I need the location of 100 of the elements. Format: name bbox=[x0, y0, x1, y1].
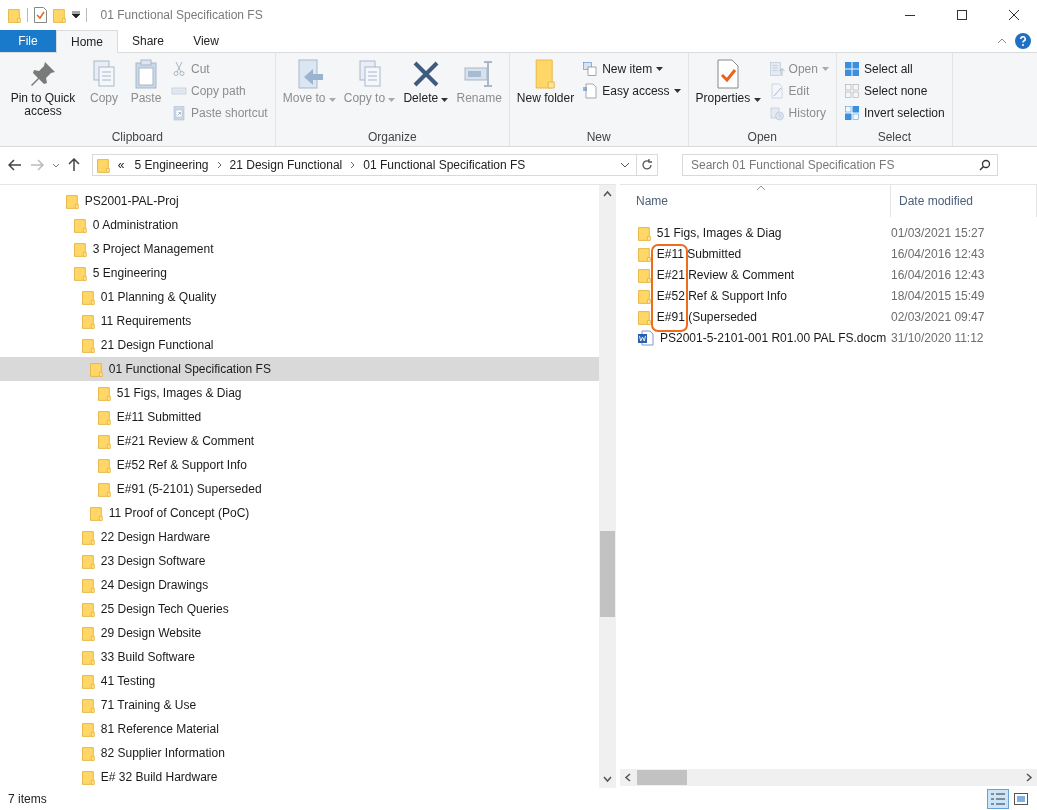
tree-item[interactable]: 11 Proof of Concept (PoC) bbox=[0, 501, 599, 525]
folder-icon bbox=[74, 241, 87, 257]
folder-icon bbox=[82, 697, 95, 713]
scrollbar-thumb[interactable] bbox=[600, 531, 615, 617]
column-header[interactable]: Name bbox=[620, 185, 891, 217]
caret-icon[interactable] bbox=[71, 11, 80, 19]
file-row[interactable]: 51 Figs, Images & Diag 01/03/2021 15:27 bbox=[620, 222, 1037, 243]
tree-item[interactable]: E#11 Submitted bbox=[0, 405, 599, 429]
tree-item[interactable]: 01 Planning & Quality bbox=[0, 285, 599, 309]
folder-icon bbox=[98, 457, 111, 473]
tree-item[interactable]: 82 Supplier Information bbox=[0, 741, 599, 765]
tree-item[interactable]: 33 Build Software bbox=[0, 645, 599, 669]
open-icon bbox=[768, 61, 785, 77]
date-cell: 31/10/2020 11:12 bbox=[891, 330, 984, 345]
chevron-down-icon[interactable] bbox=[620, 162, 630, 168]
search-field[interactable]: Search 01 Functional Specification FS bbox=[682, 154, 998, 176]
tree-item[interactable]: 25 Design Tech Queries bbox=[0, 597, 599, 621]
word-document-icon bbox=[638, 329, 654, 346]
ribbon-tab[interactable]: Home bbox=[56, 30, 118, 53]
sort-up-icon bbox=[756, 185, 766, 191]
caret-icon bbox=[388, 98, 396, 102]
up-arrow-icon[interactable] bbox=[68, 158, 80, 172]
folder-icon bbox=[534, 58, 557, 90]
button-label: Pin to Quick access bbox=[9, 92, 77, 118]
column-header[interactable]: Date modified bbox=[891, 185, 1037, 217]
select-none-icon bbox=[843, 83, 860, 99]
file-row[interactable]: E#52 Ref & Support Info 18/04/2015 15:49 bbox=[620, 285, 1037, 306]
breadcrumb[interactable]: 21 Design Functional bbox=[227, 158, 345, 172]
tree-item[interactable]: 3 Project Management bbox=[0, 237, 599, 261]
tree-item[interactable]: 21 Design Functional bbox=[0, 333, 599, 357]
minimize-icon[interactable] bbox=[905, 14, 915, 16]
caret-icon bbox=[441, 98, 449, 102]
tree-item[interactable]: E#52 Ref & Support Info bbox=[0, 453, 599, 477]
folder-icon bbox=[90, 505, 103, 521]
overflow-button[interactable]: « bbox=[115, 158, 127, 172]
tree-item[interactable]: E# 32 Build Hardware bbox=[0, 765, 599, 789]
folder-icon bbox=[98, 481, 111, 497]
tree-item[interactable]: 11 Requirements bbox=[0, 309, 599, 333]
folder-icon bbox=[98, 433, 111, 449]
breadcrumb[interactable]: 5 Engineering bbox=[132, 158, 211, 172]
ribbon-button[interactable]: Easy access bbox=[579, 80, 684, 102]
tree-item[interactable]: 22 Design Hardware bbox=[0, 525, 599, 549]
help-icon[interactable] bbox=[1015, 33, 1031, 49]
checkmark-page-icon[interactable] bbox=[33, 7, 47, 23]
file-row[interactable]: E#11 Submitted 16/04/2016 12:43 bbox=[620, 243, 1037, 264]
tree-item[interactable]: E#91 (5-2101) Superseded bbox=[0, 477, 599, 501]
tree-item[interactable]: 29 Design Website bbox=[0, 621, 599, 645]
caret-icon bbox=[673, 89, 681, 93]
chevron-up-icon[interactable] bbox=[997, 38, 1007, 44]
ribbon-button[interactable]: Select none bbox=[840, 80, 948, 102]
tree-item[interactable]: E#21 Review & Comment bbox=[0, 429, 599, 453]
ribbon-button[interactable]: Properties bbox=[692, 56, 764, 130]
tree-item[interactable]: 51 Figs, Images & Diag bbox=[0, 381, 599, 405]
file-row[interactable]: E#21 Review & Comment 16/04/2016 12:43 bbox=[620, 264, 1037, 285]
ribbon-button[interactable]: New item bbox=[579, 58, 684, 80]
ribbon-button[interactable]: Invert selection bbox=[840, 102, 948, 124]
scrollbar-thumb[interactable] bbox=[637, 770, 687, 785]
folder-icon bbox=[638, 266, 651, 283]
date-cell: 16/04/2016 12:43 bbox=[891, 267, 985, 282]
file-menu-tab[interactable]: File bbox=[0, 30, 56, 52]
tree-item[interactable]: 23 Design Software bbox=[0, 549, 599, 573]
tree-item[interactable]: 5 Engineering bbox=[0, 261, 599, 285]
refresh-icon[interactable] bbox=[641, 159, 653, 171]
folder-icon bbox=[82, 337, 95, 353]
folder-icon bbox=[98, 409, 111, 425]
address-bar[interactable]: « 5 Engineering 21 Design Functional 01 Functional Specification FS bbox=[92, 154, 658, 176]
chevron-down-icon[interactable] bbox=[52, 162, 60, 168]
file-row[interactable]: PS2001-5-2101-001 R01.00 PAL FS.docm 31/10/2020 11:12 bbox=[620, 327, 1037, 348]
folder-icon bbox=[66, 193, 79, 209]
maximize-icon[interactable] bbox=[957, 10, 967, 20]
folder-icon bbox=[638, 308, 651, 325]
date-cell: 16/04/2016 12:43 bbox=[891, 246, 985, 261]
tree-item[interactable]: 41 Testing bbox=[0, 669, 599, 693]
button-label: Copy to bbox=[343, 92, 396, 105]
details-view-button[interactable] bbox=[987, 789, 1009, 809]
invert-selection-icon bbox=[843, 105, 860, 121]
ribbon-button[interactable]: New folder bbox=[513, 56, 578, 130]
chevron-right-icon[interactable] bbox=[216, 161, 222, 169]
tree-item[interactable]: 81 Reference Material bbox=[0, 717, 599, 741]
tree-item[interactable]: 24 Design Drawings bbox=[0, 573, 599, 597]
ribbon-button[interactable]: Pin to Quick access bbox=[4, 56, 82, 130]
ribbon-button[interactable]: Delete bbox=[400, 56, 452, 130]
breadcrumb[interactable]: 01 Functional Specification FS bbox=[361, 158, 528, 172]
scrollbar[interactable] bbox=[620, 769, 1037, 786]
folder-icon bbox=[74, 217, 87, 233]
tree-item[interactable]: 0 Administration bbox=[0, 213, 599, 237]
scrollbar[interactable] bbox=[599, 185, 616, 788]
tree-item[interactable]: 71 Training & Use bbox=[0, 693, 599, 717]
tree-item[interactable]: 01 Functional Specification FS bbox=[0, 357, 599, 381]
folder-icon bbox=[98, 385, 111, 401]
large-icons-view-icon[interactable] bbox=[1014, 793, 1028, 805]
back-arrow-icon[interactable] bbox=[8, 159, 22, 171]
file-row[interactable]: E#91 (Superseded 02/03/2021 09:47 bbox=[620, 306, 1037, 327]
folder-icon bbox=[8, 7, 21, 23]
chevron-right-icon[interactable] bbox=[350, 161, 356, 169]
search-icon bbox=[979, 159, 991, 171]
close-icon[interactable] bbox=[1009, 10, 1019, 20]
ribbon-button[interactable]: Select all bbox=[840, 58, 948, 80]
folder-icon bbox=[82, 769, 95, 785]
tree-item[interactable]: PS2001-PAL-Proj bbox=[0, 189, 599, 213]
